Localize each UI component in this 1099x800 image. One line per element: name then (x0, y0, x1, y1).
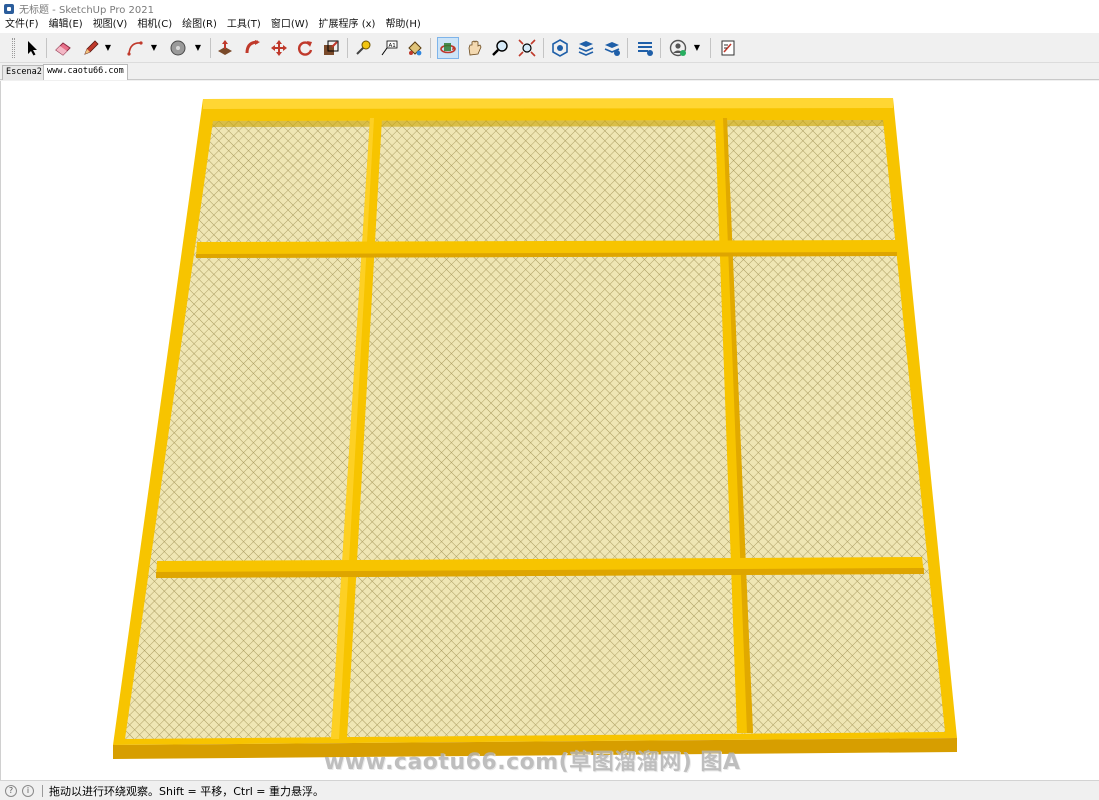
scale-icon[interactable] (320, 37, 342, 59)
mesh-net (125, 120, 945, 739)
pencil-dropdown-caret[interactable]: ▼ (104, 43, 112, 53)
scene-tabs-bar: Escena2 www.caotu66.com (0, 63, 1099, 80)
user-dropdown-caret[interactable]: ▼ (693, 43, 701, 53)
geolocation-icon[interactable]: ? (5, 784, 17, 797)
menu-help[interactable]: 帮助(H) (380, 17, 425, 33)
pan-icon[interactable] (463, 37, 485, 59)
title-bar: 无标题 - SketchUp Pro 2021 (0, 0, 1099, 17)
arc-dropdown-caret[interactable]: ▼ (150, 43, 158, 53)
menu-bar: 文件(F) 编辑(E) 视图(V) 相机(C) 绘图(R) 工具(T) 窗口(W… (0, 17, 1099, 33)
orbit-icon[interactable] (437, 37, 459, 59)
sketchup-app-icon (4, 3, 14, 14)
inner-shadow-top (212, 120, 884, 127)
text-label-icon[interactable]: A1 (378, 37, 400, 59)
menu-camera[interactable]: 相机(C) (132, 17, 177, 33)
shape-dropdown-caret[interactable]: ▼ (194, 43, 202, 53)
follow-me-icon[interactable] (242, 37, 264, 59)
watermark-text: www.caotu66.com(草图溜溜网) 图A (324, 750, 741, 775)
sketchup-window: 无标题 - SketchUp Pro 2021 文件(F) 编辑(E) 视图(V… (0, 0, 1099, 800)
move-icon[interactable] (268, 37, 290, 59)
status-bar: ? i 拖动以进行环绕观察。Shift = 平移，Ctrl = 重力悬浮。 (0, 780, 1099, 800)
main-toolbar: ▼ ▼ ▼ A1 ▼ (0, 33, 1099, 63)
zoom-icon[interactable] (489, 37, 511, 59)
mesh-frame-model[interactable] (1, 81, 1099, 780)
rotate-icon[interactable] (294, 37, 316, 59)
eraser-icon[interactable] (52, 37, 74, 59)
status-message: 拖动以进行环绕观察。Shift = 平移，Ctrl = 重力悬浮。 (49, 784, 324, 798)
toolbar-grip[interactable] (12, 38, 15, 58)
menu-tools[interactable]: 工具(T) (222, 17, 266, 33)
model-viewport[interactable] (0, 81, 1099, 780)
status-divider (42, 784, 43, 797)
push-pull-icon[interactable] (214, 37, 236, 59)
extension-manager-icon[interactable] (634, 37, 656, 59)
paint-bucket-icon[interactable] (404, 37, 426, 59)
3d-warehouse-icon[interactable] (549, 37, 571, 59)
menu-file[interactable]: 文件(F) (0, 17, 44, 33)
tape-measure-icon[interactable] (352, 37, 374, 59)
menu-edit[interactable]: 编辑(E) (44, 17, 88, 33)
window-title: 无标题 - SketchUp Pro 2021 (19, 5, 154, 16)
menu-extensions[interactable]: 扩展程序 (x) (314, 17, 381, 33)
outer-frame-top-edge (203, 98, 893, 109)
layout-icon[interactable] (601, 37, 623, 59)
pencil-line-icon[interactable] (80, 37, 102, 59)
select-arrow-icon[interactable] (21, 37, 43, 59)
menu-window[interactable]: 窗口(W) (266, 17, 314, 33)
user-profile-icon[interactable] (667, 37, 689, 59)
arc-icon[interactable] (124, 37, 146, 59)
circle-shape-icon[interactable] (167, 37, 189, 59)
send-to-layout-icon[interactable] (717, 37, 739, 59)
info-icon[interactable]: i (22, 784, 34, 797)
menu-view[interactable]: 视图(V) (88, 17, 133, 33)
scene-tab-escena2[interactable]: Escena2 (2, 65, 46, 80)
svg-text:A1: A1 (389, 43, 396, 49)
scene-tab-caotu66[interactable]: www.caotu66.com (43, 64, 128, 80)
extension-warehouse-icon[interactable] (575, 37, 597, 59)
zoom-extents-icon[interactable] (516, 37, 538, 59)
menu-draw[interactable]: 绘图(R) (177, 17, 222, 33)
